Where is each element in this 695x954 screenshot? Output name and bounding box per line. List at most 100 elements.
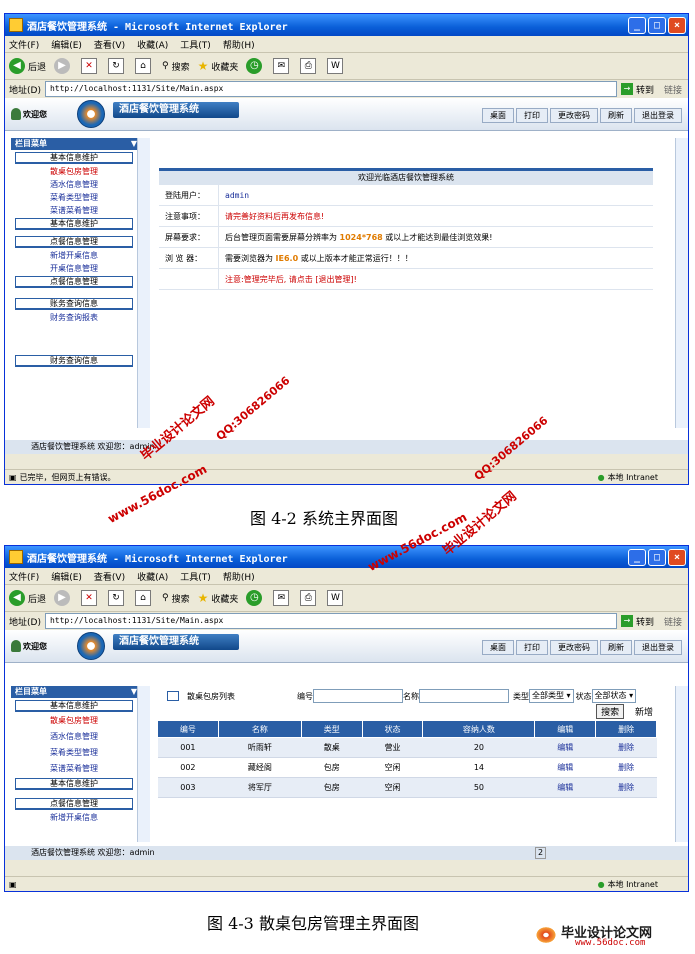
print-button[interactable]: ⎙ (300, 58, 319, 74)
menu-favorites[interactable]: 收藏(A) (137, 38, 168, 51)
menu-edit[interactable]: 编辑(E) (51, 38, 82, 51)
maximize-button[interactable]: □ (648, 16, 666, 34)
logout-note[interactable]: 注意:管理完毕后, 请点击 [退出管理]! (218, 268, 653, 290)
content-scrollbar[interactable] (675, 138, 688, 428)
sidebar-item-menu[interactable]: 菜谱菜肴管理 (15, 204, 133, 217)
sidebar-scrollbar[interactable] (137, 138, 150, 428)
address-input[interactable]: http://localhost:1131/Site/Main.aspx (44, 613, 617, 629)
sidebar-item-dish-types[interactable]: 菜肴类型管理 (15, 745, 133, 761)
back-button[interactable]: ◀ 后退 (9, 58, 46, 74)
go-button[interactable]: 转到 (636, 83, 654, 96)
search-list-button[interactable]: 搜索 (596, 704, 625, 719)
go-button[interactable]: 转到 (636, 615, 654, 628)
title-bar: 酒店餐饮管理系统 - Microsoft Internet Explorer _… (5, 546, 688, 568)
sidebar-item-drinks[interactable]: 酒水信息管理 (15, 178, 133, 191)
nav-refresh[interactable]: 刷新 (600, 640, 632, 655)
group-title[interactable]: 点餐信息管理 (15, 236, 133, 248)
group-title[interactable]: 基本信息维护 (15, 700, 133, 712)
nav-print[interactable]: 打印 (516, 640, 548, 655)
sidebar-item-menu[interactable]: 菜谱菜肴管理 (15, 761, 133, 777)
stop-button[interactable]: ✕ (81, 590, 100, 606)
links-label[interactable]: 链接 (664, 615, 682, 628)
nav-refresh[interactable]: 刷新 (600, 108, 632, 123)
nav-print[interactable]: 打印 (516, 108, 548, 123)
search-button[interactable]: ⚲ 搜索 (162, 592, 190, 605)
favorites-button[interactable]: ★ 收藏夹 (198, 591, 239, 605)
sidebar-item-new-table[interactable]: 新增开桌信息 (15, 249, 133, 262)
close-button[interactable]: × (668, 548, 686, 566)
links-label[interactable]: 链接 (664, 83, 682, 96)
sidebar-item-finance-report[interactable]: 财务查询报表 (15, 311, 133, 324)
nav-logout[interactable]: 退出登录 (634, 640, 682, 655)
edit-button[interactable]: W (327, 590, 346, 606)
forward-button[interactable]: ▶ (54, 58, 73, 74)
refresh-button[interactable]: ↻ (108, 58, 127, 74)
group-footer[interactable]: 基本信息维护 (15, 218, 133, 230)
history-button[interactable]: ◷ (246, 58, 265, 74)
menu-file[interactable]: 文件(F) (9, 570, 39, 583)
menu-tools[interactable]: 工具(T) (180, 570, 211, 583)
sidebar-item-dish-types[interactable]: 菜肴类型管理 (15, 191, 133, 204)
group-title[interactable]: 账务查询信息 (15, 298, 133, 310)
cell-status: 营业 (362, 737, 423, 758)
home-button[interactable]: ⌂ (135, 58, 154, 74)
edit-button[interactable]: W (327, 58, 346, 74)
edit-link[interactable]: 编辑 (534, 757, 596, 778)
cell-no: 002 (157, 757, 219, 778)
print-button[interactable]: ⎙ (300, 590, 319, 606)
sidebar-item-new-table[interactable]: 新增开桌信息 (15, 811, 133, 824)
page-content: 欢迎您 酒店餐饮管理系统 桌面 打印 更改密码 刷新 退出登录 栏目菜单 ▼ 基本… (5, 98, 688, 454)
edit-link[interactable]: 编辑 (534, 737, 596, 758)
nav-desktop[interactable]: 桌面 (482, 108, 514, 123)
sidebar-item-drinks[interactable]: 酒水信息管理 (15, 729, 133, 745)
menu-file[interactable]: 文件(F) (9, 38, 39, 51)
group-footer[interactable]: 基本信息维护 (15, 778, 133, 790)
mail-button[interactable]: ✉ (273, 590, 292, 606)
menu-view[interactable]: 查看(V) (94, 38, 125, 51)
menu-tools[interactable]: 工具(T) (180, 38, 211, 51)
refresh-button[interactable]: ↻ (108, 590, 127, 606)
menu-edit[interactable]: 编辑(E) (51, 570, 82, 583)
filter-no-input[interactable] (313, 689, 403, 703)
group-footer[interactable]: 财务查询信息 (15, 355, 133, 367)
menu-view[interactable]: 查看(V) (94, 570, 125, 583)
history-button[interactable]: ◷ (246, 590, 265, 606)
sidebar-item-tables[interactable]: 散桌包房管理 (15, 713, 133, 729)
filter-type-select[interactable]: 全部类型 ▾ (529, 689, 574, 703)
close-button[interactable]: × (668, 16, 686, 34)
delete-link[interactable]: 删除 (595, 737, 657, 758)
forward-button[interactable]: ▶ (54, 590, 73, 606)
search-button[interactable]: ⚲ 搜索 (162, 60, 190, 73)
nav-change-password[interactable]: 更改密码 (550, 108, 598, 123)
nav-change-password[interactable]: 更改密码 (550, 640, 598, 655)
menu-help[interactable]: 帮助(H) (223, 38, 255, 51)
sidebar-scrollbar[interactable] (137, 686, 150, 842)
group-title[interactable]: 点餐信息管理 (15, 798, 133, 810)
maximize-button[interactable]: □ (648, 548, 666, 566)
filter-status-select[interactable]: 全部状态 ▾ (591, 689, 637, 703)
home-button[interactable]: ⌂ (135, 590, 154, 606)
group-footer[interactable]: 点餐信息管理 (15, 276, 133, 288)
delete-link[interactable]: 删除 (595, 777, 657, 798)
menu-help[interactable]: 帮助(H) (223, 570, 255, 583)
address-input[interactable]: http://localhost:1131/Site/Main.aspx (44, 81, 617, 97)
sidebar-item-table-manage[interactable]: 开桌信息管理 (15, 262, 133, 275)
group-title[interactable]: 基本信息维护 (15, 152, 133, 164)
edit-link[interactable]: 编辑 (534, 777, 596, 798)
stop-button[interactable]: ✕ (81, 58, 100, 74)
minimize-button[interactable]: _ (628, 548, 646, 566)
nav-logout[interactable]: 退出登录 (634, 108, 682, 123)
delete-link[interactable]: 删除 (595, 757, 657, 778)
sidebar-item-tables[interactable]: 散桌包房管理 (15, 165, 133, 178)
menu-favorites[interactable]: 收藏(A) (137, 570, 168, 583)
edit-icon: W (327, 58, 344, 74)
content-scrollbar[interactable] (675, 686, 688, 842)
back-button[interactable]: ◀ 后退 (9, 590, 46, 606)
minimize-button[interactable]: _ (628, 16, 646, 34)
add-button[interactable]: 新增 (635, 708, 653, 718)
nav-desktop[interactable]: 桌面 (482, 640, 514, 655)
favorites-button[interactable]: ★ 收藏夹 (198, 59, 239, 73)
filter-name-input[interactable] (419, 689, 509, 703)
mail-button[interactable]: ✉ (273, 58, 292, 74)
window-title: 酒店餐饮管理系统 - Microsoft Internet Explorer (27, 21, 288, 33)
